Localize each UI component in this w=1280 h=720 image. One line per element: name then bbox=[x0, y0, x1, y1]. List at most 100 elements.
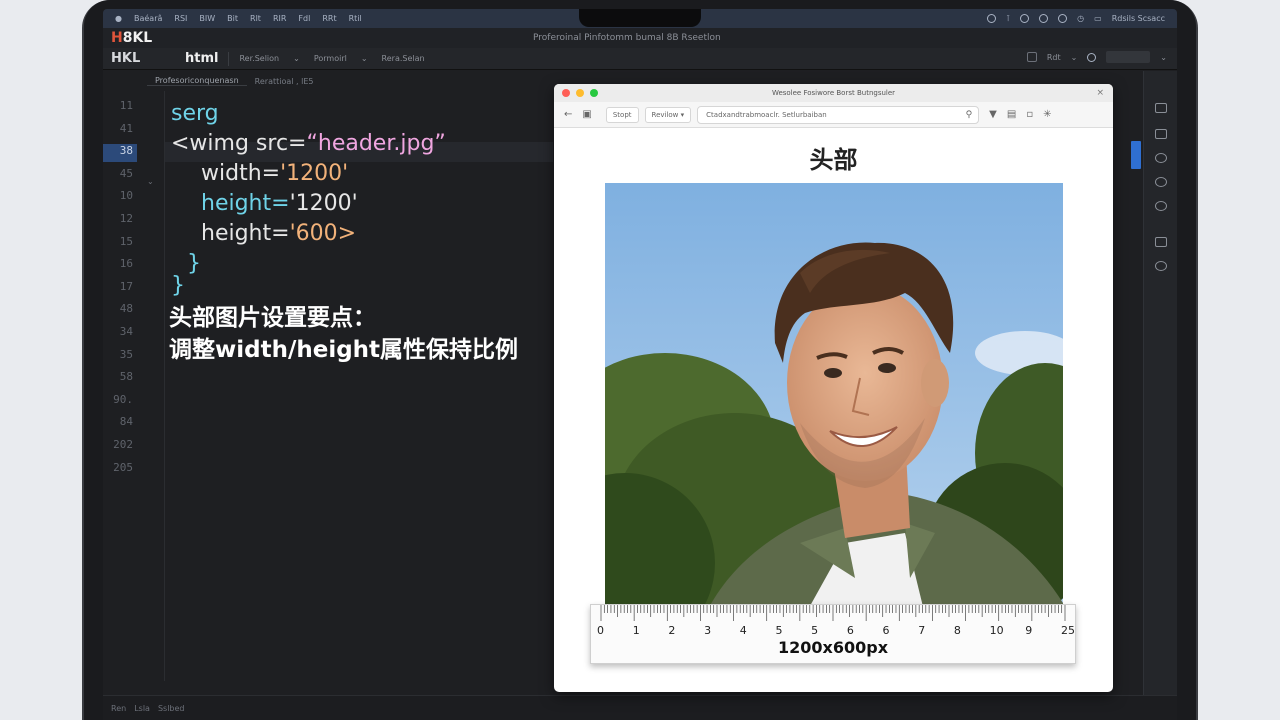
menubar-right-label: Rdsils Scsacc bbox=[1111, 14, 1165, 23]
toolbar-divider bbox=[228, 51, 230, 66]
toolbar-dropdown[interactable]: Pormoirl bbox=[314, 54, 347, 63]
line-number: 202 bbox=[113, 438, 133, 451]
search-icon[interactable]: ⚲ bbox=[966, 107, 973, 123]
status-item[interactable]: Sslbed bbox=[158, 704, 185, 713]
chevron-down-icon[interactable]: ⌄ bbox=[1071, 53, 1078, 62]
code-line: width='1200' bbox=[201, 161, 348, 187]
code-line: <wimg src=“header.jpg” bbox=[171, 131, 446, 157]
ruler-number: 9 bbox=[1025, 624, 1033, 637]
line-number: 205 bbox=[113, 460, 133, 474]
status-item[interactable]: Lsla bbox=[134, 704, 150, 713]
fold-icon[interactable]: ⌄ bbox=[147, 177, 154, 186]
menu-item[interactable]: Baéarâ bbox=[134, 14, 162, 23]
line-number: 58 bbox=[119, 370, 133, 384]
status-icon[interactable] bbox=[986, 14, 996, 23]
code-line: } bbox=[187, 251, 201, 276]
back-arrow-icon[interactable]: ← bbox=[564, 109, 572, 120]
line-number: 38 bbox=[103, 144, 137, 163]
code-line: height='600> bbox=[201, 221, 356, 247]
browser-preview-window: Wesolee Fosiwore Borst Butngsuler × ← ▣ … bbox=[554, 84, 1113, 692]
eject-icon[interactable] bbox=[1155, 103, 1167, 113]
ruler-number: 7 bbox=[918, 624, 926, 637]
ruler-number: 8 bbox=[953, 624, 961, 637]
code-attr: height= bbox=[201, 221, 290, 246]
annotation-note: 调整width/height属性保持比例 bbox=[169, 337, 519, 363]
chevron-down-icon[interactable]: ⌄ bbox=[1160, 53, 1167, 62]
header-photo bbox=[605, 183, 1063, 615]
code-attr: width= bbox=[201, 161, 281, 186]
code-number: '1200' bbox=[289, 191, 358, 216]
ruler-number: 5 bbox=[811, 624, 819, 637]
save-icon[interactable]: ▤ bbox=[1007, 109, 1016, 120]
editor-scrollbar[interactable] bbox=[1129, 71, 1143, 695]
code-number: '1200' bbox=[280, 161, 349, 186]
toolbar-search-field[interactable] bbox=[1106, 51, 1151, 63]
stop-button[interactable]: Stopt bbox=[605, 106, 639, 123]
toolbar-item[interactable]: Rera.Selan bbox=[382, 54, 425, 63]
siri-icon[interactable] bbox=[1058, 14, 1068, 23]
line-number: 41 bbox=[119, 121, 133, 135]
menu-item[interactable]: RIR bbox=[273, 14, 286, 23]
editor-tabs: Profesoriconquenasn Rerattioal , lE5 bbox=[147, 71, 607, 91]
zoom-window-button[interactable] bbox=[590, 89, 598, 97]
chevron-down-icon[interactable]: ▼ bbox=[989, 109, 997, 120]
line-number: 34 bbox=[119, 325, 133, 338]
menu-item[interactable]: RSI bbox=[174, 14, 187, 23]
status-item[interactable]: Ren bbox=[111, 704, 126, 713]
control-center-icon[interactable] bbox=[1039, 14, 1049, 23]
code-line: height='1200' bbox=[201, 191, 358, 217]
line-number: 35 bbox=[119, 347, 133, 361]
ruler-number: 6 bbox=[882, 624, 890, 637]
layout-icon[interactable] bbox=[1026, 52, 1037, 62]
ruler-number: 25 bbox=[1061, 624, 1075, 637]
brush-icon[interactable] bbox=[1155, 153, 1167, 163]
line-number: 15 bbox=[119, 234, 133, 248]
target-icon[interactable] bbox=[1155, 177, 1167, 187]
menu-item[interactable]: Fdl bbox=[298, 14, 310, 23]
screen: ● Baéarâ RSI BIW Bit Rlt RIR Fdl RRt Rti… bbox=[103, 9, 1177, 720]
toolbar-dropdown[interactable]: Rer.Selion bbox=[239, 54, 279, 63]
code-attr: height= bbox=[201, 191, 290, 216]
share-icon[interactable]: ▫ bbox=[1026, 109, 1033, 120]
chevron-down-icon[interactable]: ⌄ bbox=[293, 54, 300, 63]
line-number: 90. bbox=[113, 392, 133, 406]
ide-toolbar: HKL html Rer.Selion ⌄ Pormoirl ⌄ Rera.Se… bbox=[103, 48, 1177, 70]
toolbar-right-item[interactable]: Rdt bbox=[1047, 53, 1061, 62]
dimension-label: 1200x600px bbox=[777, 638, 889, 657]
refresh-icon[interactable] bbox=[1155, 201, 1167, 211]
url-field[interactable]: Ctadxandtrabmoaclr. Setlurbaiban ⚲ bbox=[697, 105, 980, 124]
menu-item[interactable]: Bit bbox=[227, 14, 238, 23]
document-icon[interactable] bbox=[1155, 129, 1167, 139]
code-number: '600> bbox=[289, 221, 357, 246]
apple-icon[interactable]: ● bbox=[115, 14, 122, 23]
close-window-button[interactable] bbox=[562, 89, 570, 97]
review-dropdown[interactable]: Revilow ▾ bbox=[644, 106, 692, 123]
editor-tab[interactable]: Profesoriconquenasn bbox=[147, 76, 247, 86]
browser-title: Wesolee Fosiwore Borst Butngsuler bbox=[771, 89, 896, 97]
menu-item[interactable]: RRt bbox=[322, 14, 336, 23]
menu-item[interactable]: Rlt bbox=[250, 14, 261, 23]
sidebar-icon[interactable]: ▣ bbox=[582, 109, 591, 120]
scrollbar-thumb[interactable] bbox=[1131, 141, 1141, 169]
clock-icon[interactable]: ◷ bbox=[1077, 14, 1084, 23]
window-title: Proferoinal Pinfotomm bumal 8B Rseetlon bbox=[533, 33, 721, 43]
chevron-down-icon[interactable]: ⌄ bbox=[361, 54, 368, 63]
minimize-window-button[interactable] bbox=[576, 89, 584, 97]
menu-item[interactable]: BIW bbox=[199, 14, 215, 23]
line-number: 12 bbox=[119, 212, 133, 225]
terminal-icon[interactable] bbox=[1155, 237, 1167, 247]
palette-icon[interactable] bbox=[1155, 261, 1167, 271]
ide-brand: H8KL bbox=[111, 30, 153, 46]
battery-icon[interactable]: ▭ bbox=[1094, 14, 1102, 23]
ruler-number: 2 bbox=[668, 624, 676, 637]
editor-tab[interactable]: Rerattioal , lE5 bbox=[247, 77, 322, 86]
code-string: “header.jpg” bbox=[306, 131, 446, 156]
file-tab-html[interactable]: html bbox=[185, 51, 218, 66]
wifi-icon[interactable] bbox=[1020, 14, 1030, 23]
close-icon[interactable]: × bbox=[1096, 84, 1104, 102]
accessibility-icon[interactable]: ⊺ bbox=[1006, 14, 1010, 23]
settings-icon[interactable]: ✳ bbox=[1043, 109, 1051, 120]
ruler-number: 3 bbox=[704, 624, 712, 637]
menu-item[interactable]: Rtil bbox=[349, 14, 362, 23]
settings-icon[interactable] bbox=[1087, 52, 1097, 62]
